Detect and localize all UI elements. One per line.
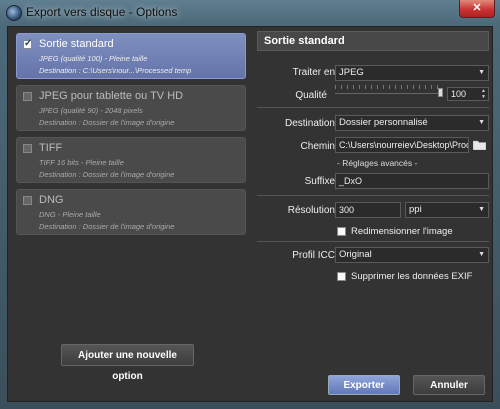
export-button[interactable]: Exporter	[328, 375, 400, 395]
title-bar[interactable]: Export vers disque - Options ✕	[0, 0, 500, 24]
resolution-label: Résolution	[287, 205, 335, 216]
option-format: DNG - Pleine taille	[39, 210, 101, 219]
checkmark-icon: ✓	[24, 38, 33, 49]
folder-browse-icon[interactable]	[473, 140, 486, 150]
chevron-down-icon: ▼	[478, 69, 485, 76]
resize-label: Redimensionner l'image	[351, 226, 453, 237]
resolution-unit-select[interactable]: ppi ▼	[405, 202, 489, 218]
path-label: Chemin	[300, 141, 335, 152]
option-title: DNG	[39, 194, 64, 206]
suffix-field[interactable]: _DxO	[335, 173, 489, 189]
option-sortie-standard[interactable]: ✓ Sortie standard JPEG (qualité 100) - P…	[16, 33, 246, 79]
app-icon	[6, 5, 22, 21]
format-select[interactable]: JPEG ▼	[335, 65, 489, 81]
format-value: JPEG	[339, 67, 364, 78]
quality-value-field[interactable]: 100 ▲ ▼	[447, 87, 489, 101]
icc-profile-label: Profil ICC	[292, 250, 335, 261]
option-title: JPEG pour tablette ou TV HD	[39, 90, 184, 102]
cancel-button[interactable]: Annuler	[413, 375, 485, 395]
panel-header: Sortie standard	[257, 31, 489, 51]
separator	[257, 241, 489, 242]
advanced-settings-label: - Réglages avancés -	[337, 158, 418, 168]
option-destination: Destination : Dossier de l'image d'origi…	[39, 222, 175, 231]
suffix-label: Suffixe	[304, 176, 335, 187]
add-option-button[interactable]: Ajouter une nouvelle option	[61, 344, 194, 382]
option-settings-panel: Sortie standard Traiter en JPEG ▼ Qualité…	[257, 31, 489, 331]
destination-value: Dossier personnalisé	[339, 117, 428, 128]
option-destination: Destination : Dossier de l'image d'origi…	[39, 118, 175, 127]
resolution-unit: ppi	[409, 204, 422, 215]
option-jpeg-tablette[interactable]: JPEG pour tablette ou TV HD JPEG (qualit…	[16, 85, 246, 131]
slider-ticks	[335, 85, 443, 89]
quality-slider[interactable]	[335, 85, 443, 97]
chevron-down-icon: ▼	[478, 251, 485, 258]
icc-profile-value: Original	[339, 249, 372, 260]
separator	[257, 107, 489, 108]
path-field[interactable]: C:\Users\nourreiev\Desktop\Proc	[335, 137, 469, 153]
slider-handle[interactable]	[438, 88, 443, 97]
format-label: Traiter en	[292, 67, 335, 78]
option-tiff[interactable]: TIFF TIFF 16 bits - Pleine taille Destin…	[16, 137, 246, 183]
option-title: TIFF	[39, 142, 63, 154]
slider-track	[335, 93, 443, 94]
option-title: Sortie standard	[39, 38, 114, 50]
quality-value: 100	[451, 89, 467, 99]
destination-label: Destination	[284, 118, 335, 129]
exif-label: Supprimer les données EXIF	[351, 271, 473, 282]
chevron-down-icon: ▼	[478, 206, 485, 213]
resize-checkbox[interactable]	[337, 227, 346, 236]
destination-select[interactable]: Dossier personnalisé ▼	[335, 115, 489, 131]
separator	[257, 195, 489, 196]
dialog-body: ✓ Sortie standard JPEG (qualité 100) - P…	[7, 26, 493, 402]
exif-checkbox[interactable]	[337, 272, 346, 281]
option-format: JPEG (qualité 100) - Pleine taille	[39, 54, 148, 63]
option-destination: Destination : Dossier de l'image d'origi…	[39, 170, 175, 179]
option-format: TIFF 16 bits - Pleine taille	[39, 158, 124, 167]
export-options-window: Export vers disque - Options ✕ ✓ Sortie …	[0, 0, 500, 409]
window-title: Export vers disque - Options	[26, 5, 178, 19]
spinner-arrows-icon[interactable]: ▲ ▼	[481, 88, 486, 100]
close-button[interactable]: ✕	[459, 0, 495, 18]
option-checkbox[interactable]	[23, 92, 32, 101]
option-destination: Destination : C:\Users\nour...\Processed…	[39, 66, 192, 75]
icc-profile-select[interactable]: Original ▼	[335, 247, 489, 263]
resolution-field[interactable]: 300	[335, 202, 401, 218]
option-format: JPEG (qualité 90) - 2048 pixels	[39, 106, 143, 115]
option-checkbox[interactable]	[23, 144, 32, 153]
quality-label: Qualité	[295, 90, 327, 101]
option-checkbox[interactable]: ✓	[23, 38, 33, 49]
chevron-down-icon: ▼	[478, 119, 485, 126]
option-dng[interactable]: DNG DNG - Pleine taille Destination : Do…	[16, 189, 246, 235]
option-checkbox[interactable]	[23, 196, 32, 205]
